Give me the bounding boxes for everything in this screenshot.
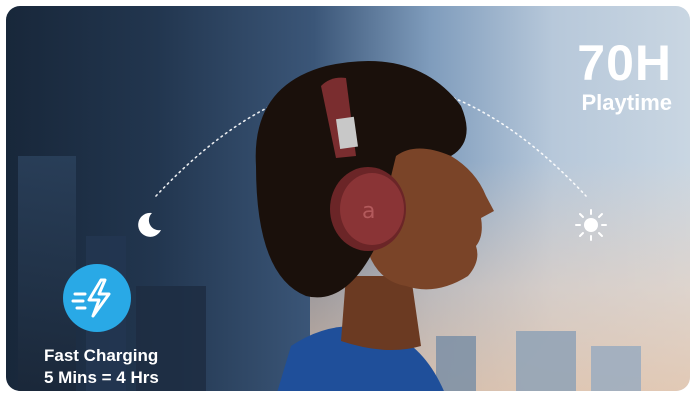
building-right-3 bbox=[591, 346, 641, 391]
moon-icon bbox=[138, 212, 161, 237]
playtime-hours: 70H bbox=[577, 35, 672, 91]
playtime-label: Playtime bbox=[581, 90, 673, 115]
svg-text:a: a bbox=[362, 199, 375, 224]
product-hero-banner: a 70H Playtime Fast Charging 5 Mins = 4 … bbox=[6, 6, 690, 391]
sun-icon bbox=[575, 209, 607, 241]
person-with-headphones: a bbox=[255, 61, 494, 391]
fast-charge-badge bbox=[63, 264, 131, 332]
fast-charging-detail: 5 Mins = 4 Hrs bbox=[44, 368, 159, 387]
fast-charging-title: Fast Charging bbox=[44, 346, 159, 365]
lightning-bolt-icon bbox=[71, 278, 111, 318]
